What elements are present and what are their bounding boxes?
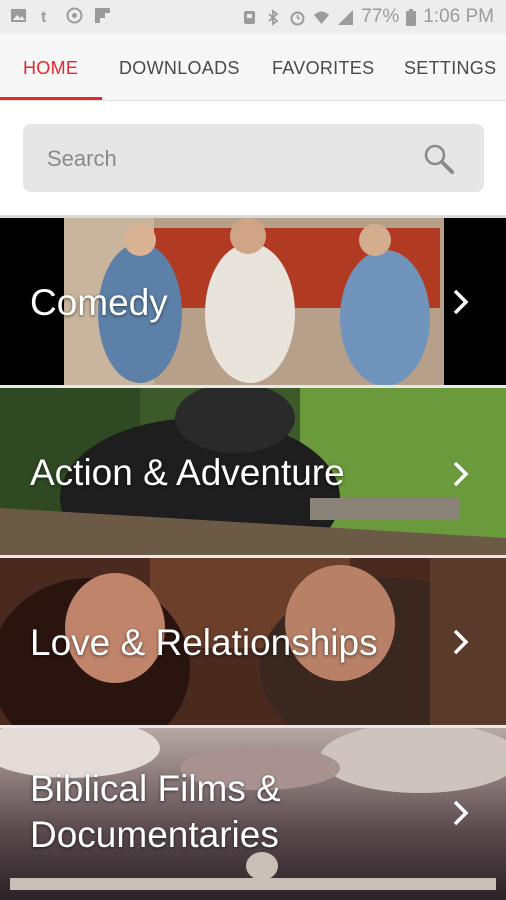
wifi-icon	[314, 11, 330, 24]
chevron-right-icon	[453, 629, 469, 655]
category-title: Action & Adventure	[30, 452, 345, 493]
search-area	[0, 101, 506, 218]
search-icon[interactable]	[422, 142, 456, 176]
active-tab-indicator	[0, 97, 102, 100]
tab-settings[interactable]: SETTINGS	[404, 34, 496, 100]
chevron-right-icon	[453, 461, 469, 487]
category-biblical-documentaries[interactable]: Biblical Films & Documentaries	[0, 728, 506, 900]
category-title: Love & Relationships	[30, 622, 378, 663]
battery-icon	[406, 8, 417, 26]
category-title: Comedy	[30, 282, 168, 323]
image-icon	[11, 9, 26, 22]
svg-text:t: t	[41, 9, 47, 24]
tab-bar: HOME DOWNLOADS FAVORITES SETTINGS	[0, 34, 506, 101]
search-box[interactable]	[23, 124, 484, 194]
sync-icon	[66, 7, 83, 24]
nfc-icon	[244, 10, 256, 24]
search-input[interactable]	[45, 124, 419, 194]
battery-percent: 77%	[361, 6, 400, 27]
category-comedy[interactable]: Comedy	[0, 218, 506, 385]
tab-home[interactable]: HOME	[23, 34, 78, 100]
category-title-line: Documentaries	[30, 814, 279, 855]
chevron-right-icon	[453, 800, 469, 826]
category-action-adventure[interactable]: Action & Adventure	[0, 388, 506, 555]
signal-icon	[338, 9, 354, 25]
tab-downloads[interactable]: DOWNLOADS	[119, 34, 240, 100]
chevron-right-icon	[453, 289, 469, 315]
tumblr-icon: t	[41, 9, 47, 24]
flipboard-icon	[95, 8, 110, 23]
status-bar: t 77% 1:06 PM	[0, 0, 506, 34]
category-title-line: Biblical Films &	[30, 768, 281, 809]
category-love-relationships[interactable]: Love & Relationships	[0, 558, 506, 725]
alarm-icon	[290, 11, 305, 25]
bluetooth-icon	[268, 8, 279, 26]
tab-favorites[interactable]: FAVORITES	[272, 34, 374, 100]
category-title: Biblical Films & Documentaries	[30, 766, 281, 858]
status-time: 1:06 PM	[423, 6, 494, 27]
